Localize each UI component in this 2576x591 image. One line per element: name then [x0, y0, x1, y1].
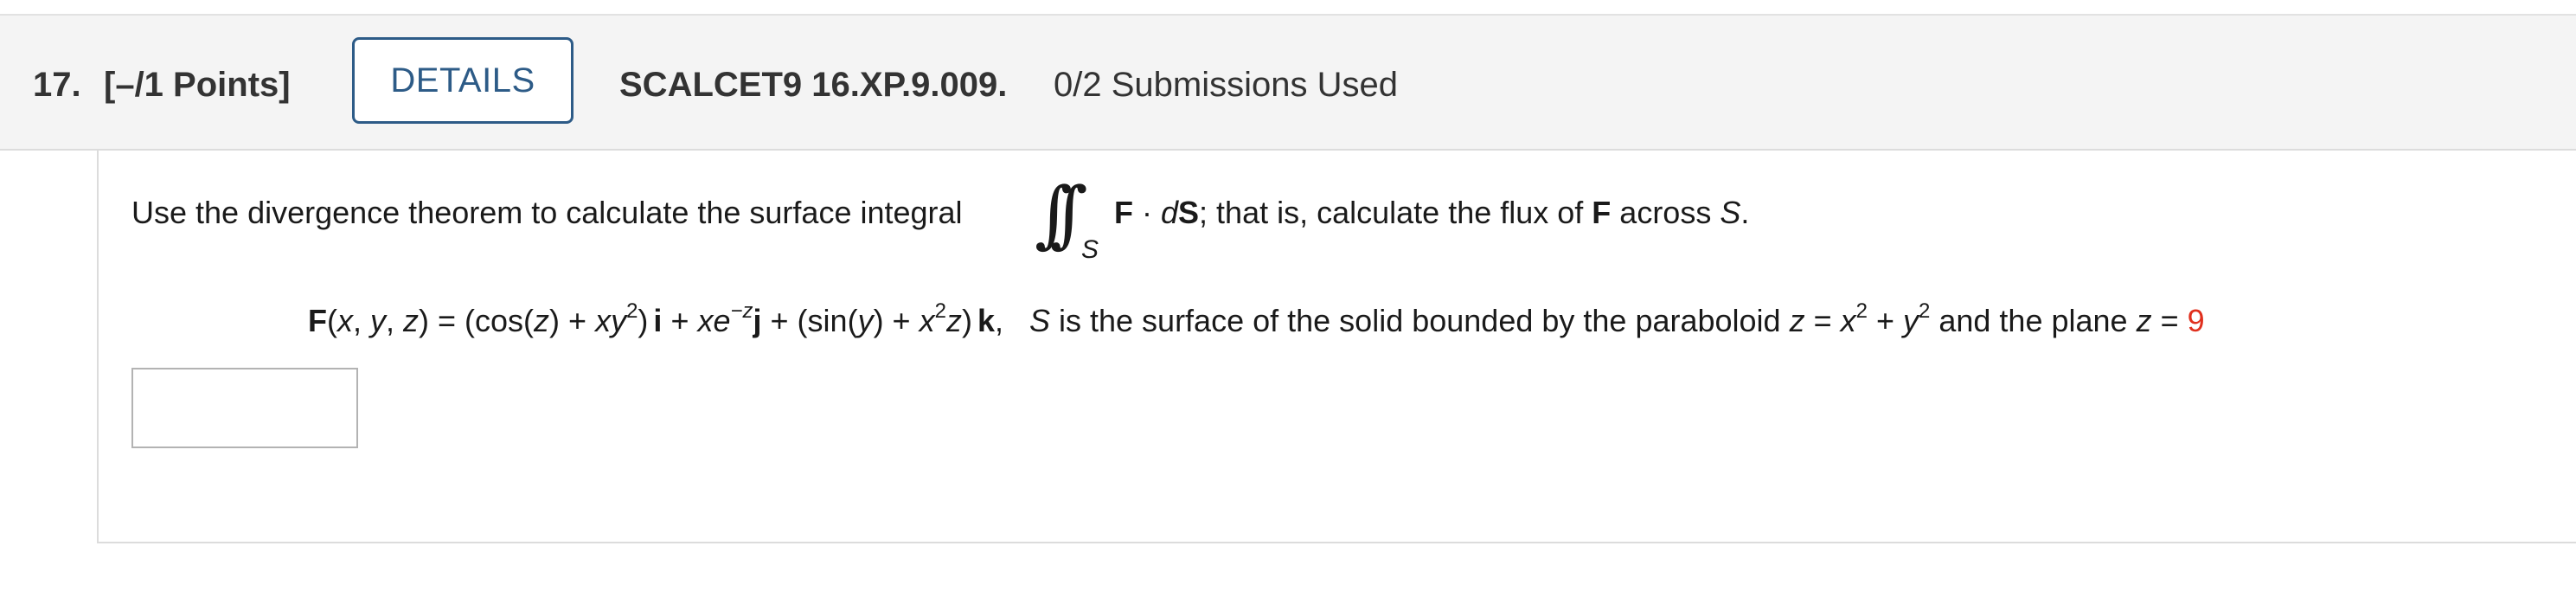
question-number: 17.	[33, 66, 81, 104]
details-button[interactable]: DETAILS	[352, 37, 574, 124]
prompt-integrand: F · dS; that is, calculate the flux of F…	[1114, 195, 1750, 230]
double-integral-icon: ∫∫	[1035, 171, 1087, 256]
question-points: [–/1 Points]	[104, 66, 291, 104]
submissions-used: 0/2 Submissions Used	[1054, 66, 1398, 104]
plane-value: 9	[2187, 303, 2205, 338]
vector-field-formula: F(x, y, z) = (cos(z) + xy2) i + xe−zj + (…	[308, 299, 2205, 339]
problem-id: SCALCET9 16.XP.9.009.	[619, 66, 1008, 104]
prompt-text: Use the divergence theorem to calculate …	[131, 195, 963, 230]
answer-input[interactable]	[131, 368, 358, 448]
integral-subscript: S	[1081, 235, 1099, 264]
